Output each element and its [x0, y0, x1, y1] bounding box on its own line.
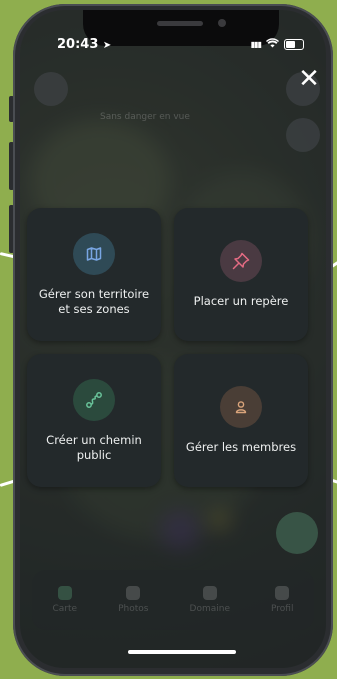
bottom-nav: Carte Photos Domaine Profil: [32, 570, 314, 630]
battery-icon: [284, 38, 304, 50]
path-icon: [73, 378, 115, 421]
home-icon: [202, 586, 217, 600]
menu-card-create-path[interactable]: Créer un chemin public: [27, 354, 161, 487]
nav-item-domain: Domaine: [190, 586, 230, 614]
map-icon: [73, 232, 115, 275]
close-button[interactable]: ✕: [294, 64, 324, 94]
location-arrow-icon: ➤: [102, 40, 112, 51]
background-chat-button: [286, 118, 320, 152]
map-icon: [57, 586, 72, 600]
signal-icon: ▮▮▮: [250, 39, 262, 49]
home-indicator[interactable]: [128, 650, 236, 654]
nav-item-profile: Profil: [271, 586, 293, 614]
background-menu-button: [34, 72, 68, 106]
menu-card-label: Gérer son territoire et ses zones: [38, 286, 150, 316]
wifi-icon: [266, 37, 279, 51]
status-indicators: ▮▮▮: [251, 37, 304, 51]
menu-card-manage-territory[interactable]: Gérer son territoire et ses zones: [27, 208, 161, 341]
notch: [83, 10, 279, 46]
phone-screen: Sans danger en vue 20:43 ➤ ▮▮▮ ✕ Gérer s…: [20, 10, 326, 668]
person-icon: [220, 386, 262, 428]
camera-icon: [126, 586, 141, 600]
background-header-text: Sans danger en vue: [100, 112, 190, 122]
menu-card-manage-members[interactable]: Gérer les membres: [174, 354, 308, 487]
speaker-grille: [157, 21, 203, 26]
status-time: 20:43 ➤: [57, 37, 112, 52]
menu-card-label: Placer un repère: [193, 294, 289, 308]
nav-item-photos: Photos: [118, 586, 149, 614]
front-camera: [218, 19, 226, 27]
menu-card-label: Gérer les membres: [185, 440, 297, 454]
background-add-button: [276, 512, 318, 554]
nav-item-map: Carte: [53, 586, 77, 614]
menu-card-place-marker[interactable]: Placer un repère: [174, 208, 308, 341]
pin-icon: [220, 240, 262, 282]
menu-card-label: Créer un chemin public: [46, 432, 142, 462]
user-icon: [275, 586, 290, 600]
